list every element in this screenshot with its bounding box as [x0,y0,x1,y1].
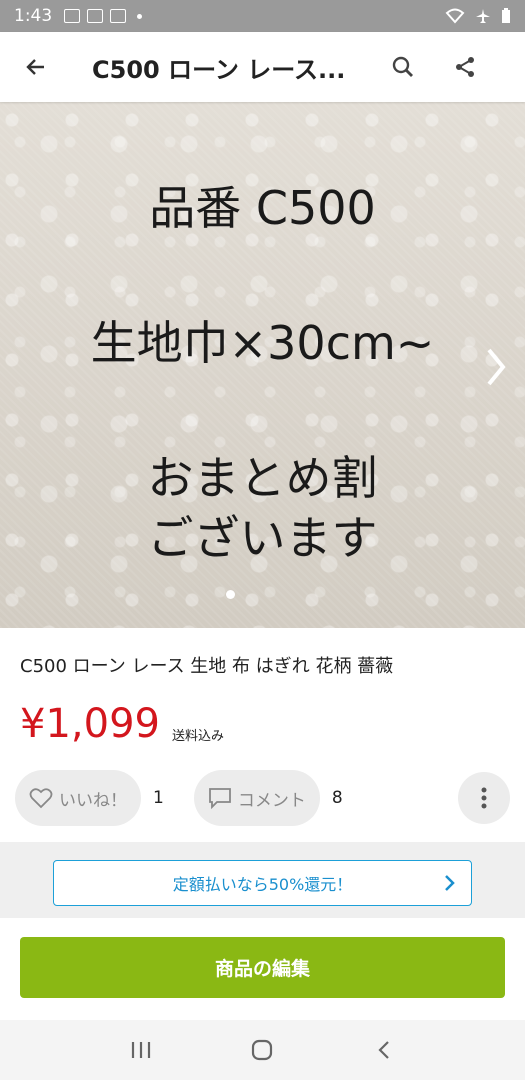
wifi-icon [445,8,465,24]
recent-apps-icon [131,1042,150,1058]
image-text-line-2: 生地巾×30cm~ [90,316,435,370]
more-options-button[interactable] [458,772,510,824]
image-text-line-4: ございます [147,511,378,565]
comment-icon [208,788,231,809]
more-vertical-icon [481,787,487,809]
like-button[interactable]: いいね！ [15,770,141,826]
image-text-line-3: おまとめ割 [147,451,378,505]
back-button[interactable] [0,32,72,102]
image-text-line-1: 品番 C500 [149,181,376,235]
action-row: いいね！ 1 コメント 8 [15,770,510,826]
edit-item-label: 商品の編集 [214,958,310,980]
chevron-right-icon[interactable] [481,342,511,392]
promo-banner[interactable]: 定額払いなら50%還元！ [53,860,472,906]
bottom-action-area: 商品の編集 [0,918,525,1020]
game-notification-icon [110,9,127,23]
system-back-button[interactable] [364,1030,404,1070]
share-icon [456,57,474,77]
shipping-label: 送料込み [171,729,224,744]
like-count: 1 [153,788,164,808]
edit-item-button[interactable]: 商品の編集 [20,937,505,998]
app-bar: C500 ローン レース... [0,32,525,102]
arrow-left-icon [26,59,44,75]
share-button[interactable] [434,32,496,102]
search-button[interactable] [372,32,434,102]
page-title: C500 ローン レース... [92,55,346,84]
price-row: ¥1,099 送料込み [20,700,224,748]
search-icon [392,56,413,77]
home-button[interactable] [242,1030,282,1070]
more-notifications-icon [137,13,143,19]
product-price: ¥1,099 [20,701,160,747]
gallery-notification-icon [64,9,81,23]
promo-area: 定額払いなら50%還元！ [0,842,525,918]
chevron-right-icon [445,875,455,891]
product-name: C500 ローン レース 生地 布 はぎれ 花柄 薔薇 [20,656,394,677]
recent-apps-button[interactable] [121,1030,161,1070]
back-chevron-icon [378,1041,389,1059]
comment-label: コメント [237,790,306,811]
comment-count: 8 [331,788,343,808]
status-time: 1:43 [14,6,53,26]
home-icon [252,1039,273,1061]
heart-icon [29,788,53,809]
like-label: いいね！ [59,790,127,811]
airplane-mode-icon [476,9,490,23]
product-image[interactable]: 品番 C500 生地巾×30cm~ おまとめ割 ございます [0,102,525,628]
status-bar: 1:43 [0,0,525,32]
comment-button[interactable]: コメント [193,770,320,826]
app-notification-icon [87,9,104,23]
promo-text: 定額払いなら50%還元！ [172,875,353,894]
system-nav-bar [0,1020,525,1080]
image-pager-dot [226,590,235,599]
battery-icon [502,8,510,23]
